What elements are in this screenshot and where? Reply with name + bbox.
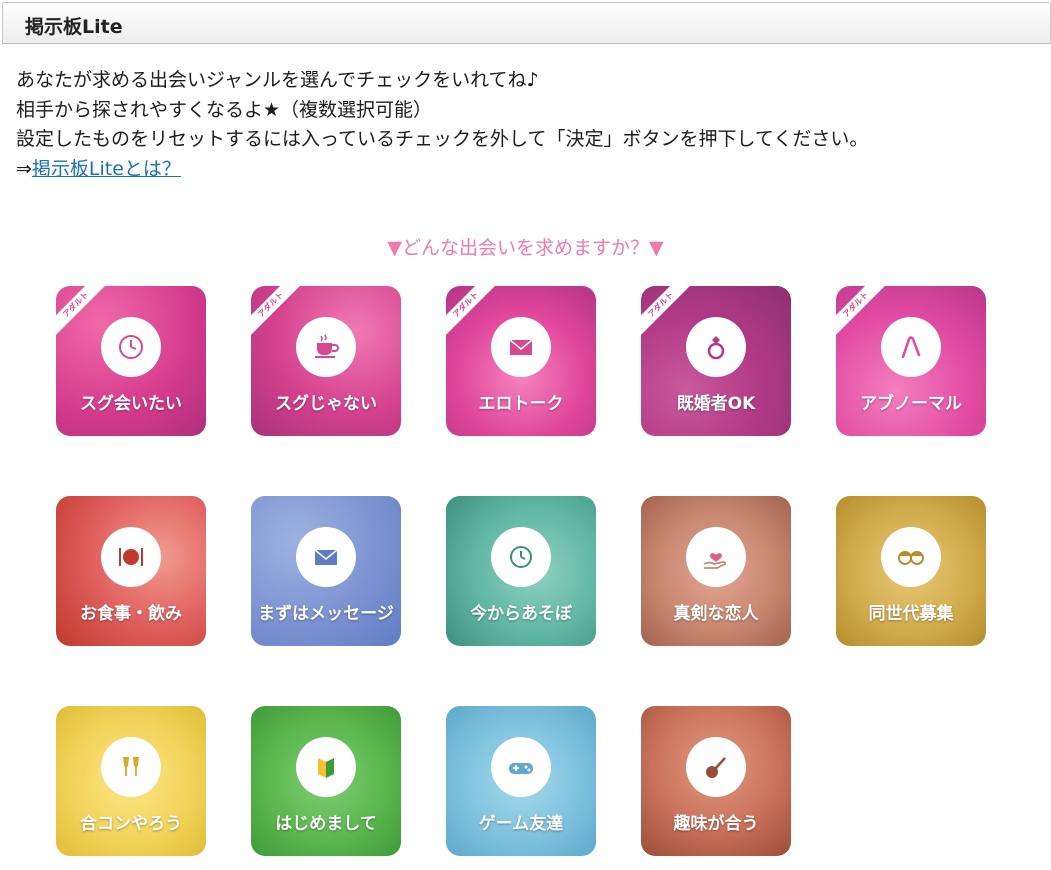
genre-tile-serious-lover[interactable]: 真剣な恋人 xyxy=(641,496,791,646)
tile-icon-circle xyxy=(296,317,356,377)
genre-tile-abnormal[interactable]: アダルト アブノーマル xyxy=(836,286,986,436)
ring-icon xyxy=(707,336,725,360)
tile-label: お食事・飲み xyxy=(80,604,182,624)
intro-line-3: 設定したものをリセットするには入っているチェックを外して「決定」ボタンを押下して… xyxy=(16,128,869,150)
tile-label: まずはメッセージ xyxy=(258,604,394,624)
tile-icon-circle xyxy=(686,317,746,377)
tile-icon-circle xyxy=(101,317,161,377)
tile-label: 趣味が合う xyxy=(673,814,759,834)
genre-tile-group-date[interactable]: 合コンやろう xyxy=(56,706,206,856)
plate-cutlery-icon xyxy=(119,548,143,566)
about-lite-link[interactable]: 掲示板Liteとは？ xyxy=(32,158,181,180)
intro-line-4: ⇒掲示板Liteとは？ xyxy=(16,155,1046,185)
tile-label: はじめまして xyxy=(275,814,377,834)
genre-tile-game-friends[interactable]: ゲーム友達 xyxy=(446,706,596,856)
tile-icon-circle xyxy=(491,317,551,377)
genre-tile-message-first[interactable]: まずはメッセージ xyxy=(251,496,401,646)
tile-icon-circle xyxy=(881,317,941,377)
page-title: 掲示板Lite xyxy=(25,16,123,38)
coffee-cup-icon xyxy=(315,334,339,358)
tile-label: スグじゃない xyxy=(275,394,377,414)
section-heading: ▼どんな出会いを求めますか？▼ xyxy=(387,237,664,259)
tile-icon-circle xyxy=(296,737,356,797)
genre-tile-married-ok[interactable]: アダルト 既婚者OK xyxy=(641,286,791,436)
tile-icon-circle xyxy=(101,737,161,797)
tile-label: 今からあそぼ xyxy=(470,604,572,624)
tile-label: 既婚者OK xyxy=(676,394,756,414)
tile-label: アブノーマル xyxy=(860,394,962,414)
tile-icon-circle xyxy=(101,527,161,587)
tile-label: エロトーク xyxy=(478,394,564,414)
tile-icon-circle xyxy=(491,737,551,797)
genre-tile-meal-drinks[interactable]: お食事・飲み xyxy=(56,496,206,646)
heart-hand-icon xyxy=(703,553,727,569)
genre-tile-nice-to-meet[interactable]: はじめまして xyxy=(251,706,401,856)
beginner-mark-icon xyxy=(318,758,334,778)
tile-label: ゲーム友達 xyxy=(478,814,564,834)
tile-icon-circle xyxy=(881,527,941,587)
genre-tile-sugu-aitai[interactable]: アダルト スグ会いたい xyxy=(56,286,206,436)
title-bar: 掲示板Lite xyxy=(2,2,1051,44)
watch-icon xyxy=(510,546,532,568)
arrow-glyph: ⇒ xyxy=(16,157,32,180)
two-faces-icon xyxy=(898,551,924,565)
intro-line-1: あなたが求める出会いジャンルを選んでチェックをいれてね♪ xyxy=(16,69,539,91)
tile-label: 真剣な恋人 xyxy=(673,604,759,624)
clock-icon xyxy=(119,335,143,359)
genre-tile-sugu-janai[interactable]: アダルト スグじゃない xyxy=(251,286,401,436)
gamepad-icon xyxy=(509,763,533,774)
genre-tile-same-generation[interactable]: 同世代募集 xyxy=(836,496,986,646)
tile-label: 合コンやろう xyxy=(80,814,182,834)
envelope-icon xyxy=(314,549,338,565)
tile-icon-circle xyxy=(686,527,746,587)
champagne-glasses-icon xyxy=(123,757,139,776)
tile-icon-circle xyxy=(491,527,551,587)
tile-label: 同世代募集 xyxy=(868,604,954,624)
intro-line-2: 相手から探されやすくなるよ★（複数選択可能） xyxy=(16,98,433,121)
tile-label: スグ会いたい xyxy=(80,394,182,414)
envelope-icon xyxy=(509,339,533,355)
genre-tile-ero-talk[interactable]: アダルト エロトーク xyxy=(446,286,596,436)
guitar-icon xyxy=(706,757,726,778)
tile-icon-circle xyxy=(686,737,746,797)
tile-icon-circle xyxy=(296,527,356,587)
genre-tile-shared-hobby[interactable]: 趣味が合う xyxy=(641,706,791,856)
genre-tile-play-now[interactable]: 今からあそぼ xyxy=(446,496,596,646)
whip-icon xyxy=(901,336,921,359)
intro-text: あなたが求める出会いジャンルを選んでチェックをいれてね♪ 相手から探されやすくな… xyxy=(16,66,1046,184)
